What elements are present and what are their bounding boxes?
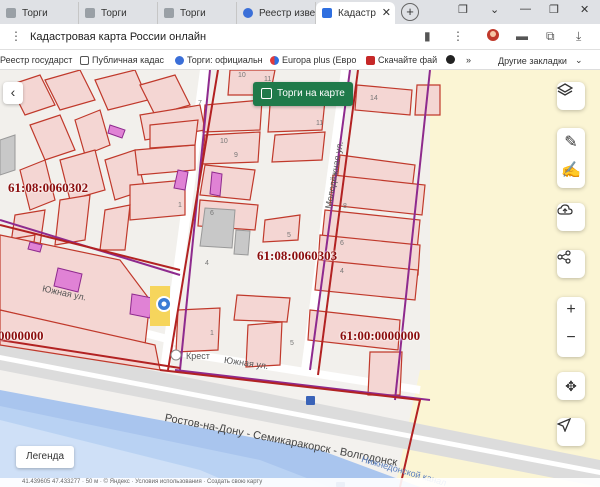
zoom-out-icon[interactable]: −: [557, 329, 585, 347]
bookmark-label: Торги: официальн: [187, 55, 263, 65]
other-bookmarks[interactable]: Другие закладки ⌄: [498, 55, 583, 66]
extension-hat-icon[interactable]: ▬: [516, 29, 528, 43]
tab-label: Реестр изве: [259, 7, 316, 19]
minimize-icon[interactable]: —: [520, 3, 531, 15]
folder-icon: [80, 55, 89, 65]
highway-shield-icon: [306, 396, 315, 405]
tab-reestr[interactable]: Реестр изве: [237, 2, 316, 24]
cadastral-map[interactable]: 10 11 14 7 11 10 9 8 6 5 6 4 4 1 1 5 61:…: [0, 70, 600, 487]
bookmark-label: Публичная кадас: [92, 55, 165, 65]
bookmark-reestr[interactable]: Реестр государст: [0, 55, 72, 65]
menu-dots-icon[interactable]: ⋮: [452, 29, 464, 43]
download-icon[interactable]: ⤓: [576, 29, 581, 44]
map-favicon-icon: [322, 8, 332, 18]
tab-torgi-3[interactable]: Торги: [158, 2, 237, 24]
edit-note-icon[interactable]: ✍: [557, 160, 585, 180]
cloud-upload-icon: [557, 204, 573, 215]
bookmark-plus-icon[interactable]: [446, 55, 458, 64]
place-label-krest: Крест: [186, 351, 210, 361]
torgi-favicon-icon: [85, 8, 95, 18]
share-button[interactable]: [557, 250, 585, 278]
close-tab-icon[interactable]: ✕: [382, 6, 391, 19]
bookmark-label: Скачайте фай: [378, 55, 438, 65]
tab-label: Кадастр: [338, 7, 376, 19]
tab-label: Торги: [101, 7, 127, 19]
back-button[interactable]: ‹: [3, 82, 23, 104]
bookmark-publichnaya[interactable]: Публичная кадас: [80, 55, 164, 65]
pan-button[interactable]: ✥: [557, 372, 585, 400]
gear-favicon-icon: [243, 8, 253, 18]
layers-icon: [557, 83, 573, 96]
close-window-icon[interactable]: ✕: [580, 3, 589, 16]
upload-button[interactable]: [557, 203, 585, 231]
tab-label: Торги: [22, 7, 48, 19]
location-pin-icon[interactable]: [156, 296, 172, 312]
new-tab-button[interactable]: +: [401, 3, 419, 21]
layers-button[interactable]: [557, 82, 585, 110]
restore-icon[interactable]: ❐: [549, 3, 559, 16]
europa-plus-icon: [270, 55, 279, 65]
more-bookmarks-icon[interactable]: »: [466, 55, 471, 65]
extensions-puzzle-icon[interactable]: ⧉: [546, 29, 555, 44]
krest-marker-icon: [170, 349, 182, 361]
cadastral-label-60303: 61:08:0060303: [257, 248, 338, 263]
checkbox-icon: [261, 88, 272, 99]
share-icon: [557, 250, 571, 264]
download-file-icon: [366, 55, 375, 65]
cadastral-label-60302: 61:08:0060302: [8, 180, 89, 195]
site-info-icon[interactable]: ⋮: [10, 29, 22, 43]
tab-label: Торги: [180, 7, 206, 19]
bookmark-label: Другие закладки: [498, 55, 567, 66]
map-canvas: [0, 70, 600, 487]
address-bar: ⋮ Кадастровая карта России онлайн ▮ ⋮ ▬ …: [0, 24, 600, 50]
bookmark-torgi[interactable]: Торги: официальн: [175, 55, 263, 65]
move-arrows-icon: ✥: [565, 377, 577, 394]
cadastral-label-0000000: 61:00:0000000: [340, 328, 421, 343]
torgi-favicon-icon: [164, 8, 174, 18]
torgi-button-label: Торги на карте: [277, 88, 345, 99]
tab-torgi-1[interactable]: Торги: [0, 2, 79, 24]
plus-circle-icon: [446, 55, 455, 64]
tab-kadastr[interactable]: Кадастр ✕: [316, 2, 395, 24]
map-status-bar: 41.439605 47.433277 · 50 м · © Яндекс · …: [0, 478, 600, 487]
bookmark-icon[interactable]: ▮: [424, 29, 431, 43]
torgi-on-map-toggle[interactable]: Торги на карте: [253, 82, 353, 106]
geolocation-button[interactable]: [557, 418, 585, 446]
chevron-down-icon[interactable]: ⌄: [490, 3, 499, 16]
bookmark-label: Реестр государст: [0, 55, 73, 65]
gear-favicon-icon: [175, 55, 184, 65]
tab-search-icon[interactable]: ❐: [458, 3, 468, 16]
ruler-pencil-icon[interactable]: ✎: [557, 132, 585, 152]
zoom-controls: + −: [557, 297, 585, 357]
cadastral-label-partial: 0000000: [0, 328, 44, 343]
draw-tools-group: ✎ ✍: [557, 128, 585, 188]
torgi-favicon-icon: [6, 8, 16, 18]
chevron-down-icon: ⌄: [574, 55, 583, 65]
legend-button[interactable]: Легенда: [16, 446, 75, 468]
tab-torgi-2[interactable]: Торги: [79, 2, 158, 24]
zoom-in-icon[interactable]: +: [557, 301, 585, 319]
navigation-arrow-icon: [557, 418, 571, 432]
page-title[interactable]: Кадастровая карта России онлайн: [30, 31, 206, 43]
browser-tab-bar: Торги Торги Торги Реестр изве Кадастр ✕ …: [0, 0, 600, 24]
extension-avatar-icon[interactable]: [486, 28, 500, 45]
bookmark-europa-plus[interactable]: Europa plus (Евро: [270, 55, 356, 65]
bookmarks-bar: Реестр государст Публичная кадас Торги: …: [0, 50, 600, 70]
bookmark-label: Europa plus (Евро: [282, 55, 357, 65]
bookmark-skachayte[interactable]: Скачайте фай: [366, 55, 437, 65]
